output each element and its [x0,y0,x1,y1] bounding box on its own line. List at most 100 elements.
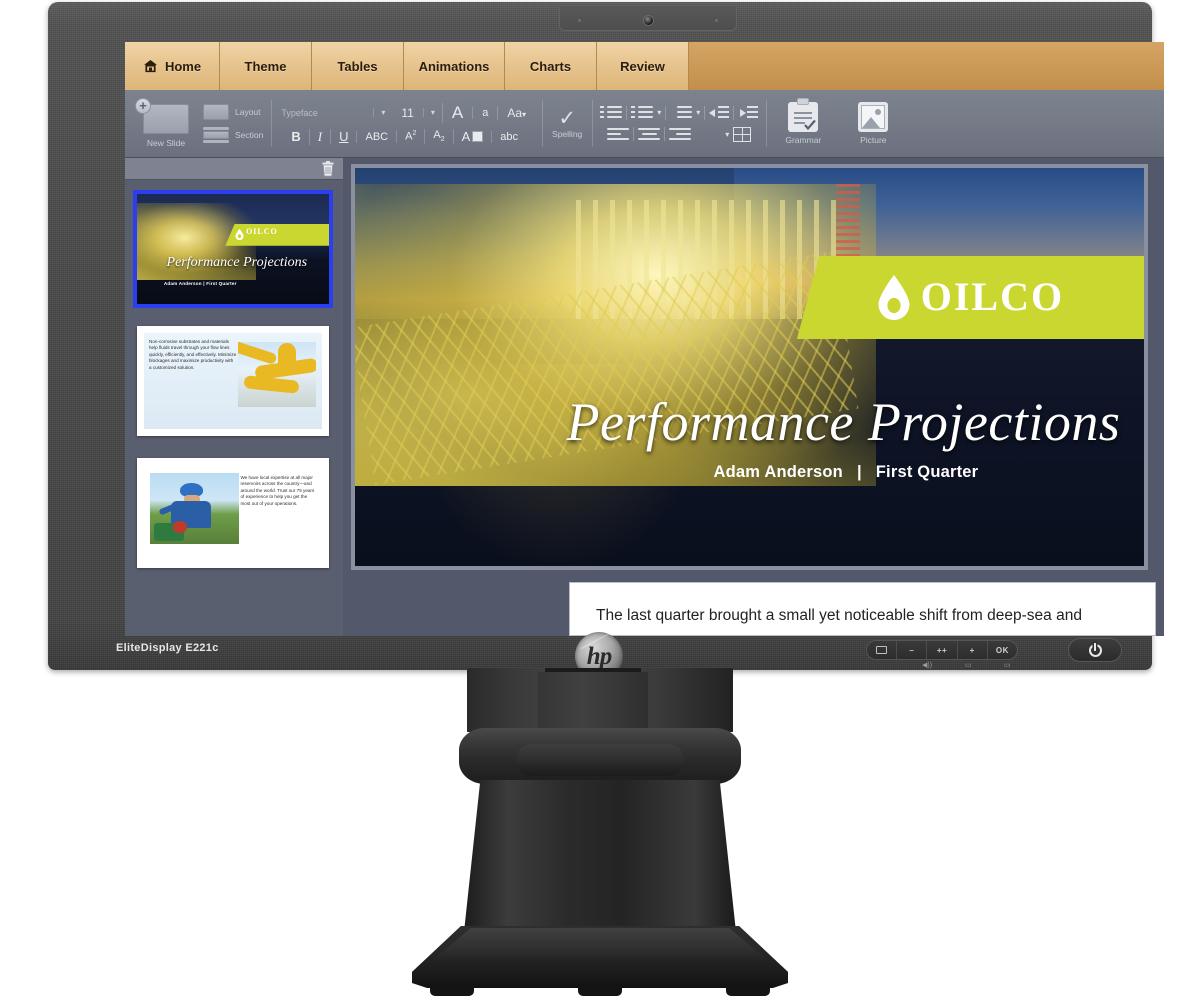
monitor-foot-center [578,986,622,996]
tab-tables-label: Tables [337,58,378,74]
osd-button-group: – ++ + OK [866,640,1018,660]
tab-theme-label: Theme [244,58,287,74]
display-icon: ▭ [1004,662,1011,669]
notes-pane[interactable]: The last quarter brought a small yet not… [569,582,1156,636]
shrink-font-button[interactable]: a [472,106,497,119]
slide-logo-band: OILCO [796,255,1144,340]
text-effects-button[interactable]: abc [491,130,526,143]
menu-icon [876,646,888,654]
oil-drop-icon [877,274,911,321]
thumb1-logo-band: OILCO [225,223,329,246]
input-source-icon: ▭ [965,662,972,669]
notes-text: The last quarter brought a small yet not… [596,607,1082,624]
tab-animations[interactable]: Animations [404,42,505,90]
ribbon-toolbar: + New Slide Layout Section Typeface ▾ 11… [125,90,1164,158]
plus-icon: + [135,97,151,114]
tab-review-label: Review [620,58,665,74]
slide-thumbnail-1[interactable]: OILCO Performance Projections Adam Ander… [133,190,333,308]
decrease-indent-icon[interactable] [709,106,730,119]
new-slide-icon: + [135,97,189,134]
slide-byline: Adam Anderson | First Quarter [355,462,979,482]
grammar-button[interactable]: Grammar [774,98,832,145]
slide-thumbnail-3[interactable]: We have local expertise at all major res… [137,458,329,568]
webcam-mic-left [578,19,581,22]
line-spacing-chevron-down-icon[interactable]: ▾ [696,108,700,117]
table-icon[interactable] [733,126,752,142]
ribbon-tab-bar: Home Theme Tables Animations Charts Revi… [125,42,1164,90]
align-right-icon[interactable] [669,127,692,141]
spelling-label: Spelling [552,128,583,139]
strikethrough-button[interactable]: ABC [356,130,396,143]
numbering-chevron-down-icon[interactable]: ▾ [657,108,661,117]
font-size-chevron-down-icon[interactable]: ▾ [422,108,442,117]
subscript-button[interactable]: A2 [424,129,452,144]
webcam-mic-right [715,19,718,22]
new-slide-label: New Slide [146,137,186,148]
increase-indent-icon[interactable] [738,106,759,119]
monitor-bezel: Home Theme Tables Animations Charts Revi… [48,2,1164,670]
slide-author: Adam Anderson [713,462,843,481]
trash-icon[interactable] [321,161,335,177]
thumb1-logo-text: OILCO [246,226,278,236]
table-chevron-down-icon[interactable]: ▾ [725,130,729,139]
layout-label: Layout [235,107,261,117]
font-size-input[interactable]: 11 [392,106,422,120]
spelling-button[interactable]: ✓ Spelling [542,90,592,157]
current-slide-frame[interactable]: OILCO Performance Projections Adam Ander… [351,164,1148,570]
clipboard-check-icon [788,98,819,132]
picture-icon [858,102,889,132]
typeface-input[interactable]: Typeface [281,108,373,118]
power-button[interactable] [1068,638,1122,662]
monitor-foot-right [726,986,770,996]
osd-plusplus-button[interactable]: ++ [927,641,958,659]
thumb2-pipes-image [237,342,316,408]
change-case-button[interactable]: Aa▾ [497,105,532,120]
monitor-stand-column [464,780,736,932]
display-screen: Home Theme Tables Animations Charts Revi… [125,42,1164,636]
italic-button[interactable]: I [308,128,330,145]
tab-tables[interactable]: Tables [312,42,404,90]
section-button[interactable]: Section [203,127,263,143]
tab-theme[interactable]: Theme [220,42,312,90]
hp-logo-text: hp [586,642,612,670]
typeface-chevron-down-icon[interactable]: ▾ [373,108,392,117]
superscript-button[interactable]: A2 [396,130,424,143]
tab-animations-label: Animations [418,58,490,74]
align-left-icon[interactable] [607,127,630,141]
align-center-icon[interactable] [638,127,661,141]
bold-button[interactable]: B [287,129,308,144]
slide-thumbnail-2[interactable]: Non-corrosive substrates and materials h… [137,326,329,436]
screenshot-stage: Home Theme Tables Animations Charts Revi… [0,0,1200,1008]
layout-button[interactable]: Layout [203,104,263,120]
tab-home[interactable]: Home [125,42,220,90]
tab-charts[interactable]: Charts [505,42,597,90]
thumb3-worker-image [150,473,239,545]
speaker-icon: ◀)) [922,662,933,669]
section-icon [203,127,229,143]
thumb1-title: Performance Projections [166,254,308,270]
underline-button[interactable]: U [330,129,356,144]
color-swatch [472,131,484,142]
tab-home-label: Home [164,58,202,74]
checkmark-icon: ✓ [558,106,576,130]
font-color-button[interactable]: A [452,129,492,144]
grow-font-button[interactable]: A [441,102,472,123]
numbered-list-icon[interactable] [631,106,654,119]
current-slide: OILCO Performance Projections Adam Ander… [355,168,1144,566]
picture-button[interactable]: Picture [844,102,902,145]
thumb1-subtitle: Adam Anderson | First Quarter [163,280,237,286]
osd-ok-button[interactable]: OK [988,641,1017,659]
osd-menu-button[interactable] [867,641,898,659]
monitor-base-sheen [430,928,770,962]
monitor-model-label: EliteDisplay E221c [116,642,219,654]
monitor-neck-inner [538,672,648,732]
new-slide-button[interactable]: + New Slide [133,97,199,148]
osd-plus-button[interactable]: + [958,641,988,659]
osd-minus-button[interactable]: – [897,641,928,659]
monitor-foot-left [430,986,474,996]
slide-logo-text: OILCO [920,274,1065,320]
osd-minus-label: – [909,645,915,655]
tab-review[interactable]: Review [597,42,689,90]
line-spacing-icon[interactable] [670,106,693,119]
bulleted-list-icon[interactable] [600,106,623,119]
